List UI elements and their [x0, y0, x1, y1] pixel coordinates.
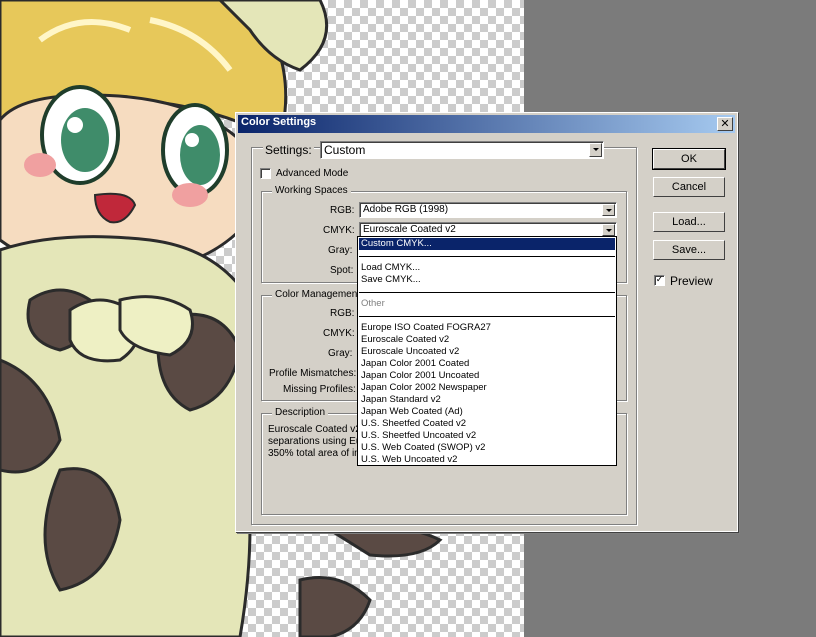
description-title: Description	[272, 407, 329, 418]
dropdown-item-load-cmyk[interactable]: Load CMYK...	[359, 262, 615, 274]
advanced-mode-checkbox[interactable]	[260, 168, 271, 179]
dropdown-item-profile[interactable]: Japan Web Coated (Ad)	[359, 406, 615, 418]
settings-select[interactable]: Custom	[320, 141, 604, 159]
dropdown-item-profile[interactable]: U.S. Web Coated (SWOP) v2	[359, 442, 615, 454]
missing-profiles-label: Missing Profiles:	[283, 384, 356, 395]
dropdown-item-profile[interactable]: Japan Standard v2	[359, 394, 615, 406]
cm-gray-label: Gray:	[328, 348, 353, 359]
advanced-mode-label: Advanced Mode	[276, 168, 349, 179]
dropdown-separator	[359, 316, 615, 317]
preview-checkbox[interactable]: ✓	[654, 275, 665, 286]
dialog-titlebar[interactable]: Color Settings ✕	[238, 115, 735, 133]
dropdown-item-profile[interactable]: U.S. Sheetfed Uncoated v2	[359, 430, 615, 442]
dropdown-item-profile[interactable]: Japan Color 2001 Uncoated	[359, 370, 615, 382]
close-icon[interactable]: ✕	[717, 117, 733, 131]
dropdown-item-other: Other	[361, 298, 385, 309]
description-line-3: 350% total area of in	[268, 448, 360, 459]
cancel-button[interactable]: Cancel	[653, 177, 725, 197]
ws-rgb-label: RGB:	[330, 205, 355, 216]
ws-rgb-value: Adobe RGB (1998)	[363, 204, 449, 215]
dropdown-item-custom-cmyk[interactable]: Custom CMYK...	[359, 238, 615, 250]
dropdown-item-profile[interactable]: U.S. Web Uncoated v2	[359, 454, 615, 466]
cmyk-dropdown-list[interactable]: Custom CMYK... Load CMYK... Save CMYK...…	[357, 236, 617, 466]
save-button[interactable]: Save...	[653, 240, 725, 260]
description-line-1: Euroscale Coated v2	[268, 424, 361, 435]
chevron-down-icon[interactable]	[602, 224, 615, 236]
ws-gray-label: Gray:	[328, 245, 353, 256]
color-management-title: Color Managemen	[272, 289, 361, 300]
cm-cmyk-label: CMYK:	[323, 328, 355, 339]
description-line-2: separations using Eu	[268, 436, 362, 447]
ok-button[interactable]: OK	[652, 148, 726, 170]
working-spaces-title: Working Spaces	[272, 185, 351, 196]
dropdown-item-save-cmyk[interactable]: Save CMYK...	[359, 274, 615, 286]
preview-label: Preview	[670, 274, 713, 288]
dropdown-item-profile[interactable]: U.S. Sheetfed Coated v2	[359, 418, 615, 430]
load-button[interactable]: Load...	[653, 212, 725, 232]
dropdown-item-profile[interactable]: Euroscale Coated v2	[359, 334, 615, 346]
dropdown-item-profile[interactable]: Euroscale Uncoated v2	[359, 346, 615, 358]
ws-spot-label: Spot:	[330, 265, 354, 276]
ws-cmyk-label: CMYK:	[323, 225, 355, 236]
cm-rgb-label: RGB:	[330, 308, 355, 319]
chevron-down-icon[interactable]	[589, 143, 602, 157]
ws-cmyk-value: Euroscale Coated v2	[363, 224, 456, 235]
ws-rgb-select[interactable]: Adobe RGB (1998)	[359, 202, 617, 218]
dropdown-item-profile[interactable]: Japan Color 2002 Newspaper	[359, 382, 615, 394]
settings-label: Settings:	[263, 143, 314, 157]
dropdown-item-profile[interactable]: Europe ISO Coated FOGRA27	[359, 322, 615, 334]
dialog-title: Color Settings	[241, 116, 317, 128]
settings-select-value: Custom	[324, 143, 366, 157]
dropdown-separator	[359, 292, 615, 293]
dropdown-item-profile[interactable]: Japan Color 2001 Coated	[359, 358, 615, 370]
profile-mismatches-label: Profile Mismatches:	[269, 368, 357, 379]
chevron-down-icon[interactable]	[602, 204, 615, 216]
dropdown-separator	[359, 256, 615, 257]
